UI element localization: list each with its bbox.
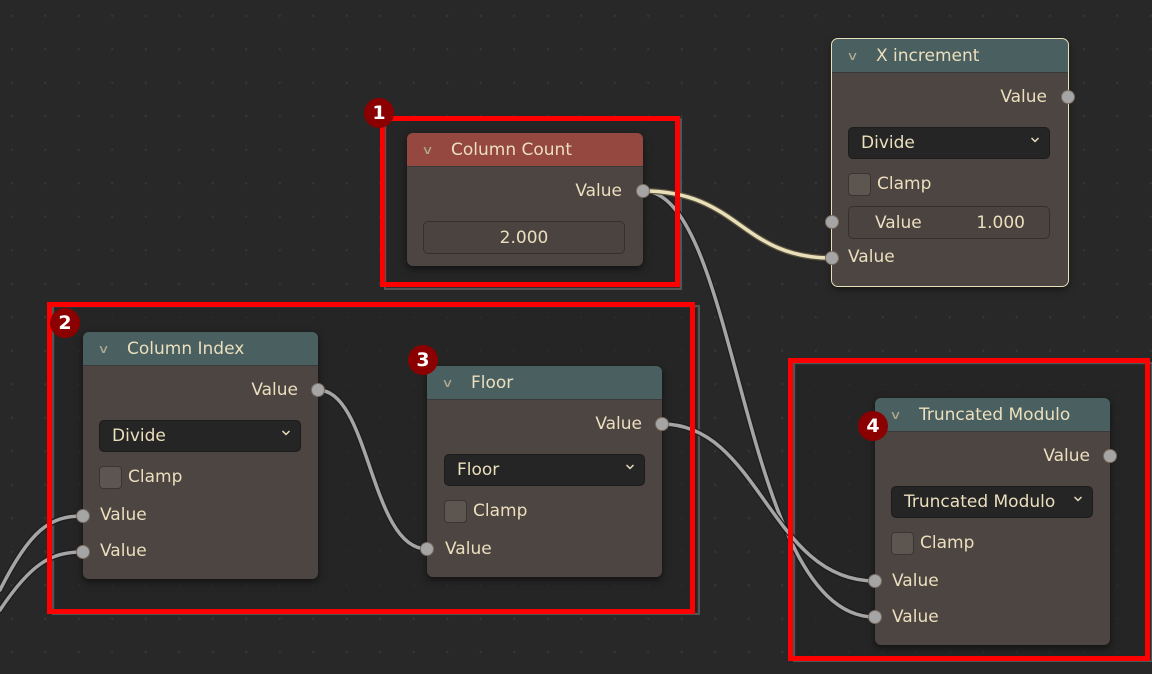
- highlight-box-2: [47, 302, 695, 614]
- input1-label: Value: [875, 212, 922, 233]
- input2-socket[interactable]: [825, 251, 839, 265]
- clamp-checkbox[interactable]: [848, 173, 871, 196]
- highlight-box-3: [788, 358, 1150, 661]
- input2-label: Value: [848, 247, 895, 267]
- input1-field[interactable]: Value 1.000: [848, 206, 1050, 239]
- operation-value: Divide: [861, 133, 915, 153]
- input1-value: 1.000: [976, 212, 1025, 233]
- node-title: X increment: [876, 45, 980, 66]
- chevron-down-icon: [1031, 137, 1039, 143]
- output-socket[interactable]: [1061, 90, 1075, 104]
- annotation-badge-1: 1: [364, 98, 394, 128]
- node-header[interactable]: ∨ X increment: [832, 39, 1068, 73]
- highlight-box-1: [380, 116, 680, 287]
- operation-dropdown[interactable]: Divide: [848, 127, 1050, 159]
- clamp-label: Clamp: [877, 174, 932, 194]
- node-x-increment[interactable]: ∨ X increment Value Divide Clamp Value 1…: [831, 38, 1069, 287]
- annotation-badge-3: 3: [408, 345, 438, 375]
- annotation-badge-4: 4: [858, 411, 888, 441]
- chevron-down-icon[interactable]: ∨: [846, 49, 871, 63]
- annotation-badge-2: 2: [50, 308, 80, 338]
- input1-socket[interactable]: [825, 215, 839, 229]
- output-label: Value: [1000, 87, 1047, 107]
